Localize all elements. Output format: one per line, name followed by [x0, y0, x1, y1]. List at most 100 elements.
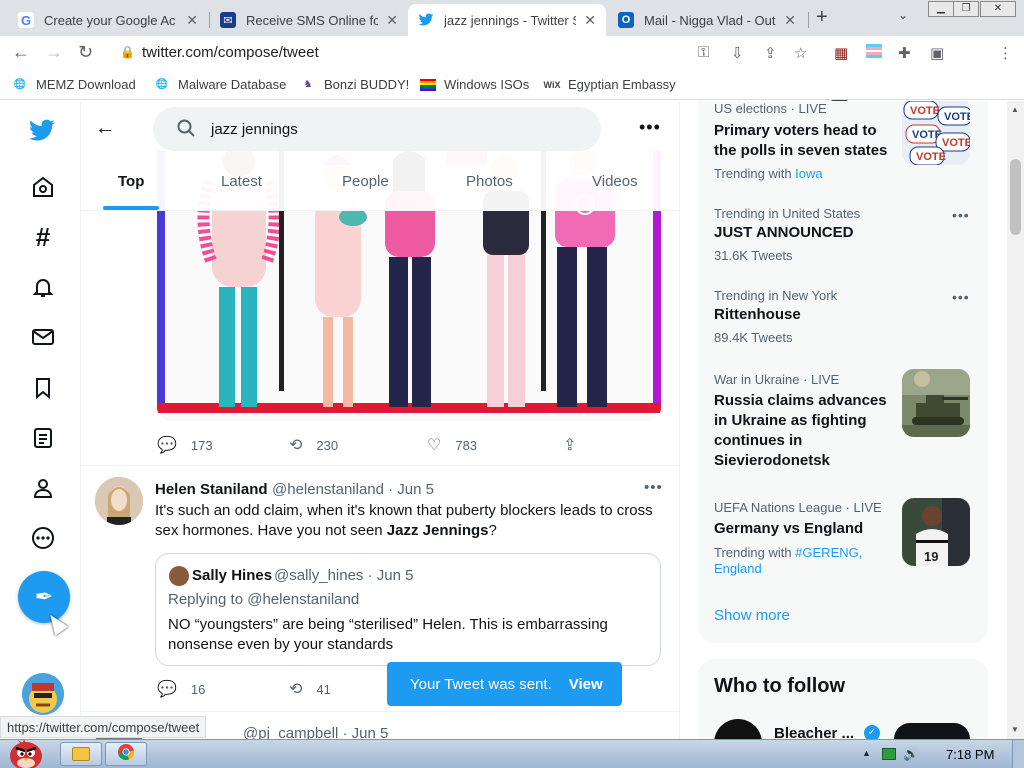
lists-icon[interactable]	[29, 424, 57, 452]
compose-tweet-button[interactable]: ✒	[18, 571, 70, 623]
tab-top[interactable]: Top	[118, 173, 144, 190]
extensions-puzzle-icon[interactable]: ✚	[898, 44, 911, 62]
scroll-down-arrow-icon[interactable]: ▼	[1011, 725, 1019, 734]
lock-icon[interactable]: 🔒	[120, 45, 135, 59]
share-action[interactable]: ⇪	[563, 435, 590, 455]
key-icon[interactable]: ⚿	[698, 44, 709, 61]
tab-videos[interactable]: Videos	[592, 173, 638, 190]
like-action[interactable]: ♡ 783	[427, 435, 477, 455]
trend-title[interactable]: Primary voters head to the polls in seve…	[714, 121, 894, 161]
taskbar-chrome[interactable]	[105, 742, 147, 766]
twitter-logo-icon[interactable]	[28, 117, 56, 145]
messages-envelope-icon[interactable]	[29, 323, 57, 351]
share-icon[interactable]: ⇪	[764, 44, 777, 62]
trend-title[interactable]: Germany vs England	[714, 519, 863, 539]
back-arrow-icon[interactable]: ←	[12, 42, 30, 63]
tweet-author-handle-date[interactable]: @helenstaniland · Jun 5	[272, 481, 434, 498]
scroll-up-arrow-icon[interactable]: ▲	[1011, 105, 1019, 114]
close-tab-icon[interactable]: ✕	[386, 12, 398, 29]
globe-icon: 🌐	[13, 79, 27, 90]
trans-flag-extension-icon[interactable]	[866, 44, 882, 62]
volume-speaker-icon[interactable]: 🔊	[903, 746, 919, 762]
bookmarks-icon[interactable]	[29, 374, 57, 402]
twitter-page: # ✒ ← jazz jennings ••• Top Latest Peopl…	[0, 101, 1024, 739]
tab-receive-sms[interactable]: ✉ Receive SMS Online for ✕	[210, 4, 408, 36]
trend-title[interactable]: Rittenhouse	[714, 305, 801, 325]
install-app-icon[interactable]: ⇩	[731, 44, 744, 62]
network-icon[interactable]	[882, 748, 896, 760]
trend-title[interactable]: Russia claims advances in Ukraine as fig…	[714, 391, 894, 471]
football-player-image[interactable]: 19	[902, 498, 970, 566]
explore-hashtag-icon[interactable]: #	[29, 222, 57, 252]
page-scrollbar[interactable]: ▲ ▼	[1007, 101, 1024, 739]
close-tab-icon[interactable]: ✕	[584, 12, 596, 29]
taskbar-clock[interactable]: 7:18 PM	[946, 747, 994, 762]
bookmark-egyptian-embassy[interactable]: WiX Egyptian Embassy	[544, 77, 676, 92]
bookmark-bonzi-buddy[interactable]: ♞ Bonzi BUDDY!	[300, 77, 410, 92]
tab-google-account[interactable]: G Create your Google Ac ✕	[8, 4, 208, 36]
quoted-tweet[interactable]: Sally Hines @sally_hines · Jun 5 Replyin…	[155, 553, 661, 666]
bookmark-label: Windows ISOs	[444, 77, 530, 92]
toast-view-link[interactable]: View	[569, 676, 603, 693]
profile-person-icon[interactable]	[29, 474, 57, 502]
maximize-window-button[interactable]: ❐	[953, 1, 979, 17]
tab-twitter-search[interactable]: jazz jennings - Twitter S ✕	[408, 4, 606, 36]
tab-people[interactable]: People	[342, 173, 389, 190]
scrollbar-thumb[interactable]	[1010, 159, 1021, 235]
bookmark-malware-database[interactable]: 🌐 Malware Database	[154, 77, 287, 92]
more-dots-icon[interactable]: •••	[639, 117, 661, 138]
close-tab-icon[interactable]: ✕	[784, 12, 796, 29]
trend-title[interactable]: JUST ANNOUNCED	[714, 223, 853, 243]
address-bar[interactable]: twitter.com/compose/tweet	[142, 44, 319, 61]
bookmark-star-icon[interactable]: ☆	[794, 44, 807, 62]
search-query-text[interactable]: jazz jennings	[211, 121, 298, 138]
tab-photos[interactable]: Photos	[466, 173, 513, 190]
tray-expand-arrow-icon[interactable]: ▲	[862, 748, 871, 758]
new-tab-button[interactable]: +	[816, 6, 828, 29]
reply-action[interactable]: 💬 16	[157, 679, 205, 699]
vote-stickers-image[interactable]: VOTEVOTEVOTEVOTEVOTE	[902, 101, 970, 165]
home-icon[interactable]	[29, 173, 57, 201]
user-avatar[interactable]	[22, 673, 64, 715]
notifications-bell-icon[interactable]	[29, 273, 57, 301]
trend-more-dots-icon[interactable]: •••	[952, 289, 970, 305]
taskbar-file-explorer[interactable]	[60, 742, 102, 766]
trend-sub-text: Trending with	[714, 545, 796, 560]
who-to-follow-panel: Who to follow Bleacher ... ✓	[698, 659, 988, 739]
close-tab-icon[interactable]: ✕	[186, 12, 198, 29]
tab-outlook-mail[interactable]: O Mail - Nigga Vlad - Out ✕	[608, 4, 806, 36]
retweet-action[interactable]: ⟲ 41	[289, 679, 331, 699]
retweet-count: 41	[316, 681, 331, 697]
bookmark-memz[interactable]: 🌐 MEMZ Download	[12, 77, 136, 92]
show-more-link[interactable]: Show more	[714, 607, 790, 624]
side-panel-icon[interactable]: ▣	[930, 44, 944, 62]
close-window-button[interactable]: ✕	[980, 1, 1016, 17]
tab-latest[interactable]: Latest	[221, 173, 262, 190]
quoted-author-avatar	[169, 566, 189, 586]
tweet-divider	[81, 711, 679, 712]
tab-search-chevron-icon[interactable]: ⌄	[898, 8, 908, 22]
show-desktop-button[interactable]	[1012, 740, 1024, 768]
reload-icon[interactable]: ↻	[78, 42, 93, 63]
trend-more-dots-icon[interactable]: •••	[952, 207, 970, 223]
minimize-window-button[interactable]: ▁	[928, 1, 954, 17]
back-arrow-icon[interactable]: ←	[95, 117, 115, 140]
kebab-menu-icon[interactable]: ⋮	[998, 44, 1013, 62]
retweet-action[interactable]: ⟲ 230	[289, 435, 338, 455]
bookmark-windows-isos[interactable]: Windows ISOs	[420, 77, 529, 92]
svg-text:VOTE: VOTE	[910, 105, 940, 117]
trend-link[interactable]: Iowa	[795, 166, 822, 181]
tweet-author-avatar[interactable]	[95, 477, 143, 525]
extension-icon[interactable]: ▦	[834, 44, 848, 62]
reply-action[interactable]: 💬 173	[157, 435, 213, 455]
follow-button[interactable]	[894, 723, 970, 739]
more-options-circle-icon[interactable]	[29, 524, 57, 552]
tank-image[interactable]	[902, 369, 970, 437]
tweet-author-name[interactable]: Helen Staniland	[155, 481, 268, 498]
tweet-more-dots-icon[interactable]: •••	[644, 479, 663, 496]
quoted-author-handle-date: @sally_hines · Jun 5	[274, 567, 414, 584]
forward-arrow-icon[interactable]: →	[45, 42, 63, 63]
suggested-account-name[interactable]: Bleacher ...	[774, 725, 854, 739]
tweet-author-handle-date[interactable]: @pj_campbell · Jun 5	[243, 725, 388, 739]
suggested-account-avatar[interactable]	[714, 719, 762, 739]
